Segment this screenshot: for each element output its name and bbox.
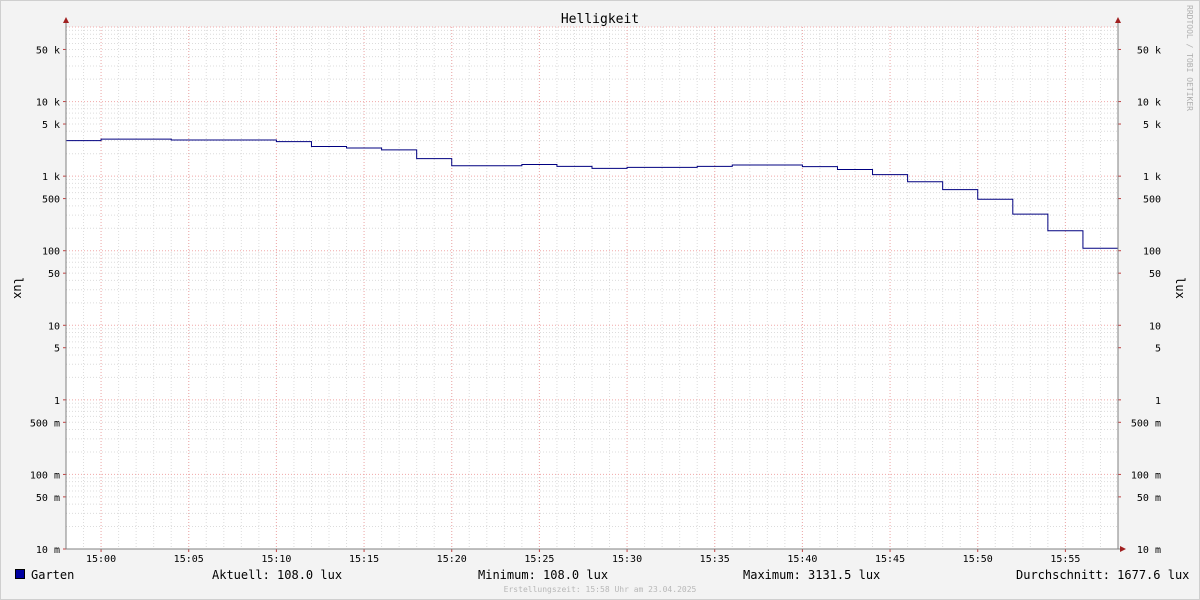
y-tick-label-right: 5	[1155, 344, 1161, 355]
x-tick-label: 15:25	[524, 554, 554, 565]
x-tick-label: 15:40	[787, 554, 817, 565]
y-tick-label-left: 10 m	[36, 545, 60, 556]
y-tick-label-left: 100 m	[30, 470, 60, 481]
y-tick-label-left: 50 k	[36, 45, 60, 56]
y-tick-label-right: 100	[1143, 247, 1161, 258]
y-tick-label-right: 50	[1149, 269, 1161, 280]
y-tick-label-left: 500	[42, 195, 60, 206]
y-tick-label-right: 10	[1149, 321, 1161, 332]
x-axis-arrow	[1120, 546, 1126, 552]
x-tick-label: 15:55	[1050, 554, 1080, 565]
y-tick-label-left: 5 k	[42, 120, 60, 131]
y-tick-label-right: 50 m	[1137, 493, 1161, 504]
y-tick-label-left: 50 m	[36, 493, 60, 504]
legend-series: Garten	[15, 568, 74, 582]
y-tick-label-left: 5	[54, 344, 60, 355]
y-axis-label-left: lux	[11, 277, 25, 299]
x-tick-label: 15:20	[437, 554, 467, 565]
x-tick-label: 15:45	[875, 554, 905, 565]
y-tick-label-left: 1 k	[42, 172, 60, 183]
legend-average: Durchschnitt: 1677.6 lux	[1016, 568, 1190, 582]
legend-minimum: Minimum: 108.0 lux	[478, 568, 609, 582]
legend-maximum: Maximum: 3131.5 lux	[743, 568, 881, 582]
x-tick-label: 15:05	[174, 554, 204, 565]
footer-timestamp: Erstellungszeit: 15:58 Uhr am 23.04.2025	[504, 585, 697, 594]
legend-series-name: Garten	[31, 568, 75, 582]
y-tick-label-left: 1	[54, 396, 60, 407]
chart-title: Helligkeit	[561, 12, 639, 27]
chart-canvas: 50 k 50 k 10 k 10 k 5 k 5 k 1 k 1 k 500 500 100 100…	[11, 5, 1194, 594]
x-tick-label: 15:15	[349, 554, 379, 565]
x-tick-labels: 15:00 15:05 15:10 15:15 15:20 15:25 15:30 15:35…	[86, 554, 1080, 565]
x-tick-label: 15:35	[700, 554, 730, 565]
x-tick-label: 15:30	[612, 554, 642, 565]
y-tick-label-right: 1 k	[1143, 172, 1161, 183]
x-tick-label: 15:10	[261, 554, 291, 565]
y-axis-label-right: lux	[1173, 277, 1187, 299]
y-tick-label-left: 10 k	[36, 98, 60, 109]
y-tick-label-right: 10 m	[1137, 545, 1161, 556]
y-axis-arrow-right	[1115, 17, 1121, 23]
y-tick-label-left: 500 m	[30, 418, 60, 429]
legend-swatch	[15, 569, 25, 579]
legend: Garten Aktuell: 108.0 lux Minimum: 108.0…	[15, 566, 1189, 584]
y-tick-label-right: 500	[1143, 195, 1161, 206]
y-axis-arrow-left	[63, 17, 69, 23]
y-tick-label-right: 500 m	[1131, 418, 1161, 429]
y-tick-label-right: 5 k	[1143, 120, 1161, 131]
x-tick-label: 15:50	[963, 554, 993, 565]
y-tick-label-left: 10	[48, 321, 60, 332]
x-tick-label: 15:00	[86, 554, 116, 565]
y-tick-label-left: 50	[48, 269, 60, 280]
y-tick-label-right: 1	[1155, 396, 1161, 407]
y-tick-label-left: 100	[42, 247, 60, 258]
y-tick-label-right: 100 m	[1131, 470, 1161, 481]
y-tick-label-right: 10 k	[1137, 98, 1161, 109]
watermark: RRDTOOL / TOBI OETIKER	[1185, 5, 1194, 111]
legend-current: Aktuell: 108.0 lux	[212, 568, 343, 582]
y-tick-label-right: 50 k	[1137, 45, 1161, 56]
